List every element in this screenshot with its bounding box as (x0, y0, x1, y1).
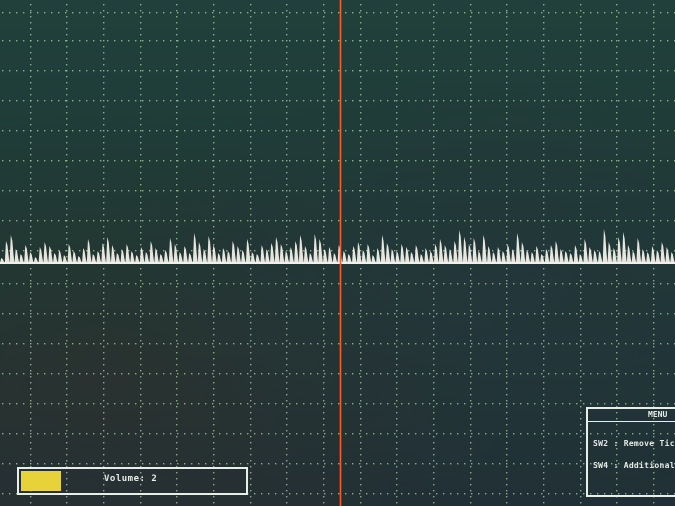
menu-item-remove-tick[interactable]: SW2 : Remove Tic (593, 439, 675, 448)
menu-title: MENU (648, 410, 668, 419)
menu-item-additional[interactable]: SW4 : Additional (593, 461, 675, 470)
volume-level-bar (21, 471, 61, 491)
oscilloscope-screen: Volume: 2 MENU SW2 : Remove Tic SW4 : Ad… (0, 0, 675, 506)
menu-panel: MENU SW2 : Remove Tic SW4 : Additional (586, 407, 675, 497)
scope-display (0, 0, 675, 506)
audio-trace (0, 229, 675, 263)
volume-label: Volume: 2 (104, 474, 158, 484)
menu-divider (588, 421, 675, 422)
volume-indicator: Volume: 2 (17, 467, 248, 495)
